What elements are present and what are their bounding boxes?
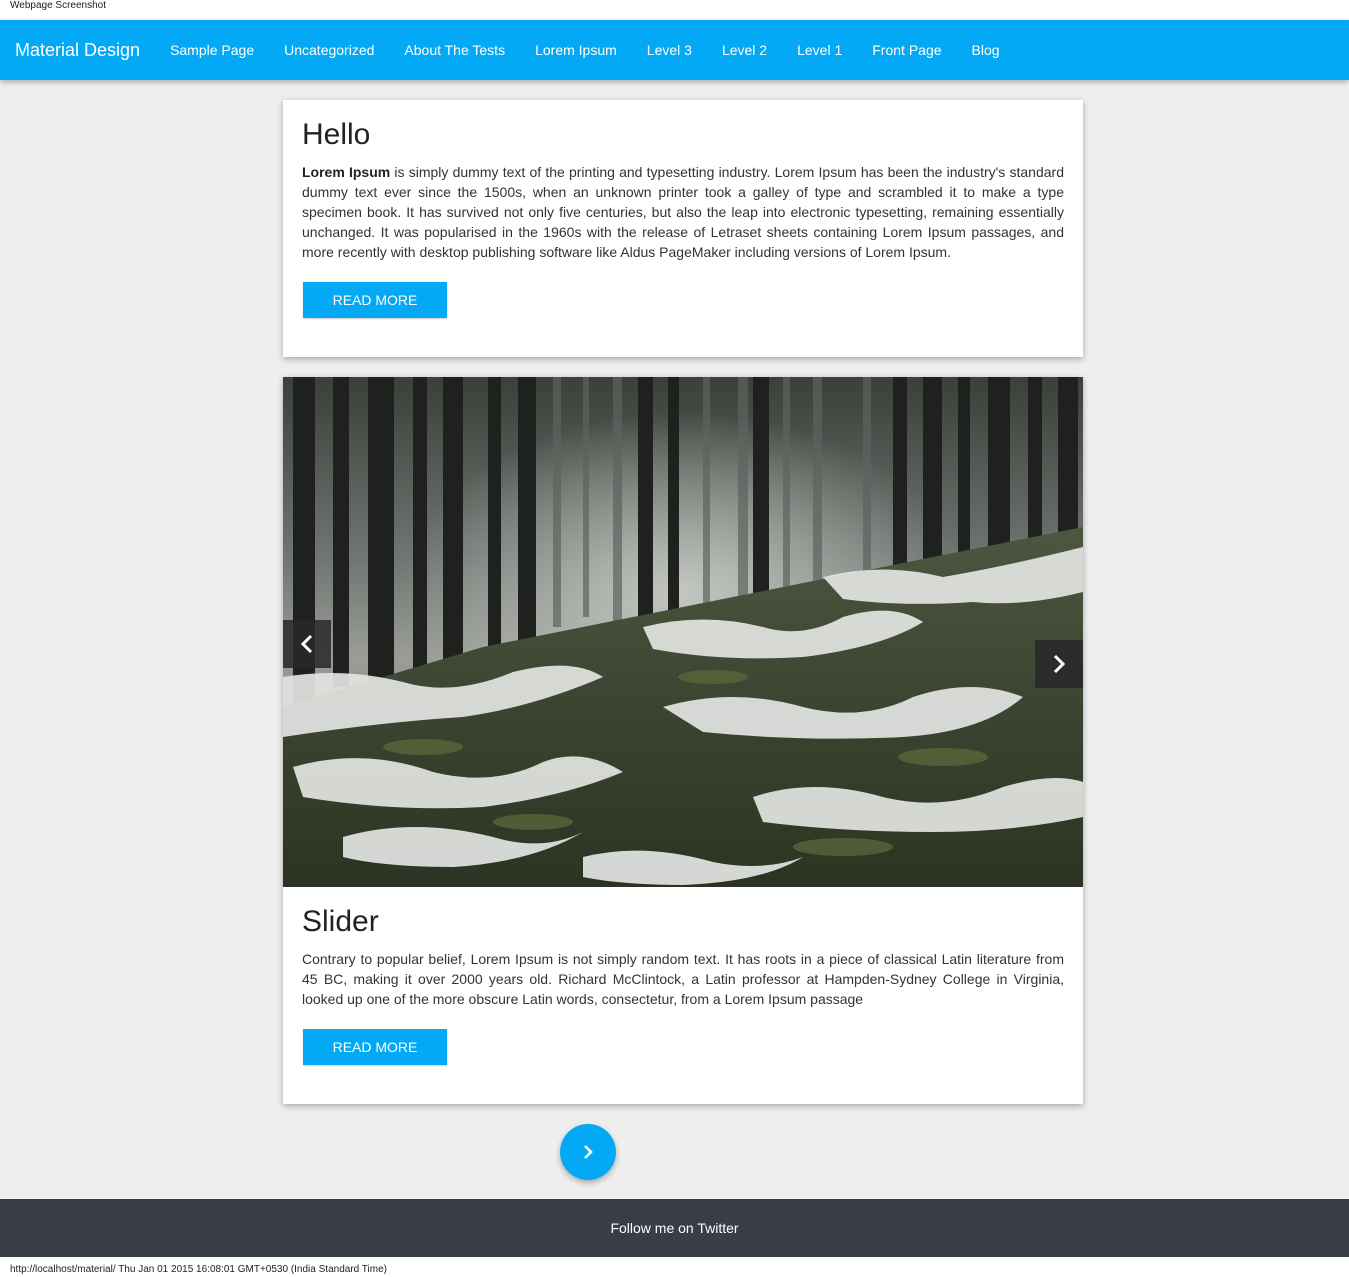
post-excerpt: Contrary to popular belief, Lorem Ipsum … [302, 951, 1064, 1007]
read-more-button[interactable]: READ MORE [303, 282, 447, 318]
post-card-slider: Slider Contrary to popular belief, Lorem… [283, 377, 1083, 1104]
chevron-right-icon [1053, 654, 1066, 674]
slider-prev-button[interactable] [283, 620, 331, 668]
post-card-hello: Hello Lorem Ipsum is simply dummy text o… [283, 100, 1083, 357]
chevron-right-icon [584, 1145, 593, 1159]
read-more-button[interactable]: READ MORE [303, 1029, 447, 1065]
post-title: Slider [302, 905, 379, 938]
site-brand[interactable]: Material Design [15, 40, 140, 61]
nav-item-blog[interactable]: Blog [957, 42, 1015, 58]
chevron-left-icon [300, 634, 313, 654]
top-navbar: Material Design Sample Page Uncategorize… [0, 20, 1349, 80]
image-slider [283, 377, 1083, 887]
nav-item-level-2[interactable]: Level 2 [707, 42, 782, 58]
nav-item-lorem-ipsum[interactable]: Lorem Ipsum [520, 42, 632, 58]
nav-item-front-page[interactable]: Front Page [857, 42, 956, 58]
nav-item-level-3[interactable]: Level 3 [632, 42, 707, 58]
capture-header: Webpage Screenshot [0, 0, 1349, 20]
slider-next-button[interactable] [1035, 640, 1083, 688]
post-title: Hello [302, 118, 371, 151]
post-excerpt-bold: Lorem Ipsum [302, 164, 391, 180]
capture-footer: http://localhost/material/ Thu Jan 01 20… [0, 1257, 1349, 1277]
nav-item-about-the-tests[interactable]: About The Tests [389, 42, 520, 58]
nav-item-sample-page[interactable]: Sample Page [155, 42, 269, 58]
nav-item-level-1[interactable]: Level 1 [782, 42, 857, 58]
twitter-follow-link[interactable]: Follow me on Twitter [610, 1220, 738, 1236]
nav-item-uncategorized[interactable]: Uncategorized [269, 42, 389, 58]
post-excerpt-text: is simply dummy text of the printing and… [302, 164, 1064, 260]
site-footer: Follow me on Twitter [0, 1199, 1349, 1257]
next-page-button[interactable] [560, 1124, 616, 1180]
slide-image [283, 377, 1083, 887]
post-excerpt: Lorem Ipsum is simply dummy text of the … [302, 162, 1064, 262]
